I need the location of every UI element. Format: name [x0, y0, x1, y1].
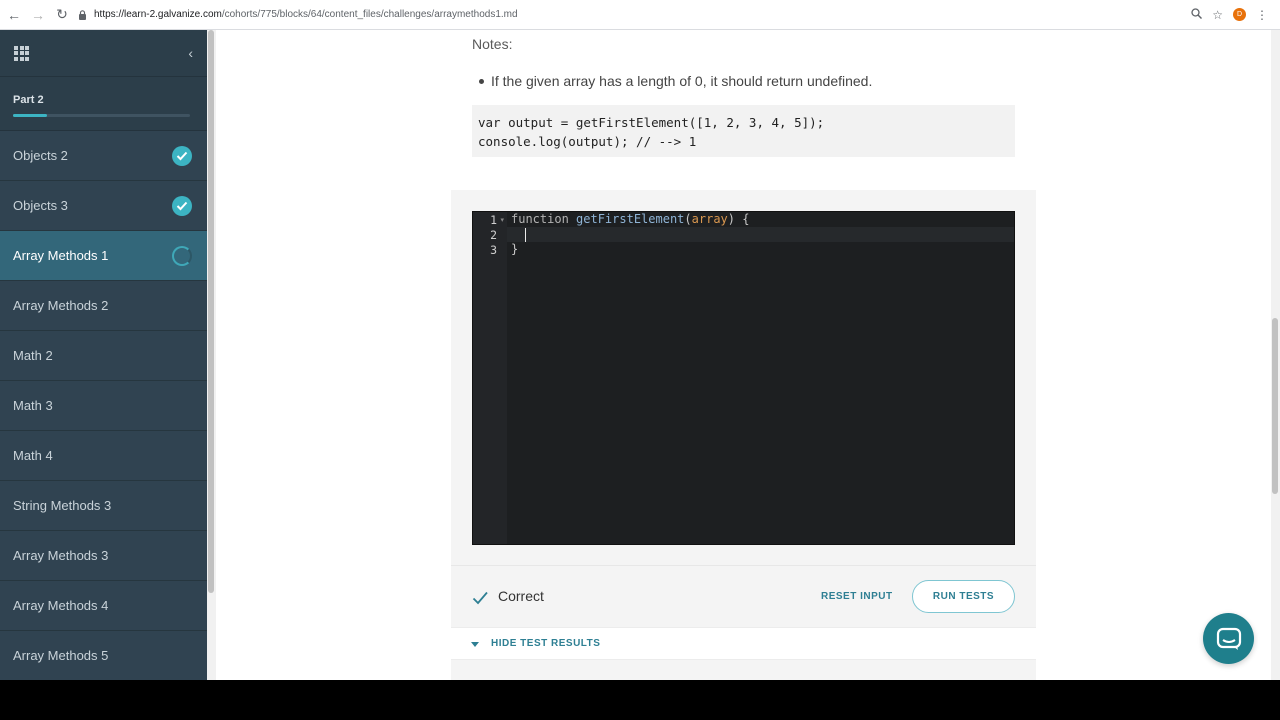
sidebar-item-label: Array Methods 3	[13, 548, 109, 563]
sidebar-item-label: Math 2	[13, 348, 53, 363]
sidebar-item-array-methods-5[interactable]: Array Methods 5	[0, 631, 207, 680]
zoom-icon[interactable]	[1191, 7, 1203, 22]
letterbox-bar	[0, 680, 1280, 720]
sidebar-item-array-methods-1[interactable]: Array Methods 1	[0, 231, 207, 281]
profile-avatar[interactable]: D	[1233, 8, 1246, 21]
sidebar-item-objects-3[interactable]: Objects 3	[0, 181, 207, 231]
sidebar-item-array-methods-4[interactable]: Array Methods 4	[0, 581, 207, 631]
code-function-name: getFirstElement	[576, 212, 685, 226]
sidebar-item-array-methods-2[interactable]: Array Methods 2	[0, 281, 207, 331]
chat-bubble-icon	[1216, 627, 1241, 650]
line-number: 3	[490, 243, 497, 257]
code-editor[interactable]: 1 ▾ 2 3 function getFirstElement(array) …	[472, 211, 1015, 545]
code-line-1[interactable]: function getFirstElement(array) {	[511, 212, 749, 227]
sidebar-scroll-thumb[interactable]	[208, 30, 214, 593]
bookmark-star-icon[interactable]: ☆	[1212, 8, 1223, 22]
reload-icon[interactable]: ↻	[52, 5, 72, 25]
chat-launcher-button[interactable]	[1203, 613, 1254, 664]
part-label: Part 2	[13, 94, 44, 106]
hide-test-results-label: HIDE TEST RESULTS	[491, 638, 601, 649]
sidebar-item-label: Objects 3	[13, 198, 68, 213]
editor-gutter: 1 ▾ 2 3	[473, 212, 507, 544]
page-scrollbar[interactable]	[1271, 30, 1280, 680]
part-progress-bar	[13, 114, 190, 117]
sidebar-item-label: Array Methods 4	[13, 598, 109, 613]
fold-arrow-icon[interactable]: ▾	[500, 216, 504, 224]
sidebar: ‹ Part 2 Objects 2 Objects 3 Array Metho…	[0, 30, 207, 680]
caret-down-icon	[471, 642, 479, 647]
apps-grid-icon[interactable]	[14, 45, 29, 61]
sidebar-item-math-3[interactable]: Math 3	[0, 381, 207, 431]
sidebar-item-math-4[interactable]: Math 4	[0, 431, 207, 481]
sidebar-header: ‹	[0, 30, 207, 77]
sidebar-item-label: Array Methods 1	[13, 248, 109, 263]
code-parameter: array	[691, 212, 728, 226]
editor-card: 1 ▾ 2 3 function getFirstElement(array) …	[451, 190, 1036, 565]
in-progress-spinner-icon	[172, 245, 192, 266]
sidebar-item-label: Math 3	[13, 398, 53, 413]
sidebar-item-objects-2[interactable]: Objects 2	[0, 131, 207, 181]
line-number: 2	[490, 228, 497, 242]
sidebar-item-label: Array Methods 2	[13, 298, 109, 313]
code-punctuation: (	[684, 212, 692, 226]
check-circle-icon	[172, 145, 192, 166]
sidebar-item-array-methods-3[interactable]: Array Methods 3	[0, 531, 207, 581]
app-area: ‹ Part 2 Objects 2 Objects 3 Array Metho…	[0, 30, 1280, 680]
sidebar-item-math-2[interactable]: Math 2	[0, 331, 207, 381]
run-tests-button[interactable]: RUN TESTS	[912, 580, 1015, 613]
notes-title: Notes:	[472, 36, 513, 52]
code-keyword: function	[511, 212, 569, 226]
back-icon[interactable]: ←	[4, 5, 24, 25]
chevron-left-icon[interactable]: ‹	[188, 45, 193, 61]
url-path: /cohorts/775/blocks/64/content_files/cha…	[221, 9, 518, 20]
sidebar-item-string-methods-3[interactable]: String Methods 3	[0, 481, 207, 531]
part-section: Part 2	[0, 77, 207, 131]
browser-toolbar: ← → ↻ https://learn-2.galvanize.com/coho…	[0, 0, 1280, 30]
address-bar[interactable]: https://learn-2.galvanize.com/cohorts/77…	[78, 3, 1185, 27]
code-sample: var output = getFirstElement([1, 2, 3, 4…	[472, 105, 1015, 157]
sidebar-item-label: Array Methods 5	[13, 648, 109, 663]
challenge-column: Notes: If the given array has a length o…	[451, 30, 1036, 680]
text-cursor	[525, 228, 526, 242]
sidebar-item-label: String Methods 3	[13, 498, 112, 513]
active-line-highlight	[507, 227, 1014, 242]
more-menu-icon[interactable]: ⋮	[1256, 8, 1268, 22]
url-host: https://learn-2.galvanize.com	[94, 9, 222, 20]
notes-card: Notes: If the given array has a length o…	[451, 30, 1036, 190]
code-line-3[interactable]: }	[511, 242, 518, 257]
main-content: Notes: If the given array has a length o…	[216, 30, 1271, 680]
test-results-toggle[interactable]: HIDE TEST RESULTS	[451, 627, 1036, 660]
checkmark-icon	[472, 591, 488, 605]
forward-icon[interactable]: →	[28, 5, 48, 25]
reset-input-button[interactable]: RESET INPUT	[821, 591, 893, 602]
line-number: 1	[490, 213, 497, 227]
result-status: Correct	[498, 588, 544, 604]
notes-bullet: If the given array has a length of 0, it…	[478, 73, 873, 89]
part-progress-fill	[13, 114, 47, 117]
sidebar-list: Objects 2 Objects 3 Array Methods 1 Arra…	[0, 131, 207, 680]
sidebar-item-label: Objects 2	[13, 148, 68, 163]
lock-icon	[78, 9, 88, 20]
page-scroll-thumb[interactable]	[1272, 318, 1278, 494]
check-circle-icon	[172, 195, 192, 216]
sidebar-scrollbar[interactable]	[207, 30, 216, 680]
result-bar: Correct RESET INPUT RUN TESTS	[451, 565, 1036, 627]
code-punctuation: ) {	[727, 212, 750, 226]
sidebar-item-label: Math 4	[13, 448, 53, 463]
